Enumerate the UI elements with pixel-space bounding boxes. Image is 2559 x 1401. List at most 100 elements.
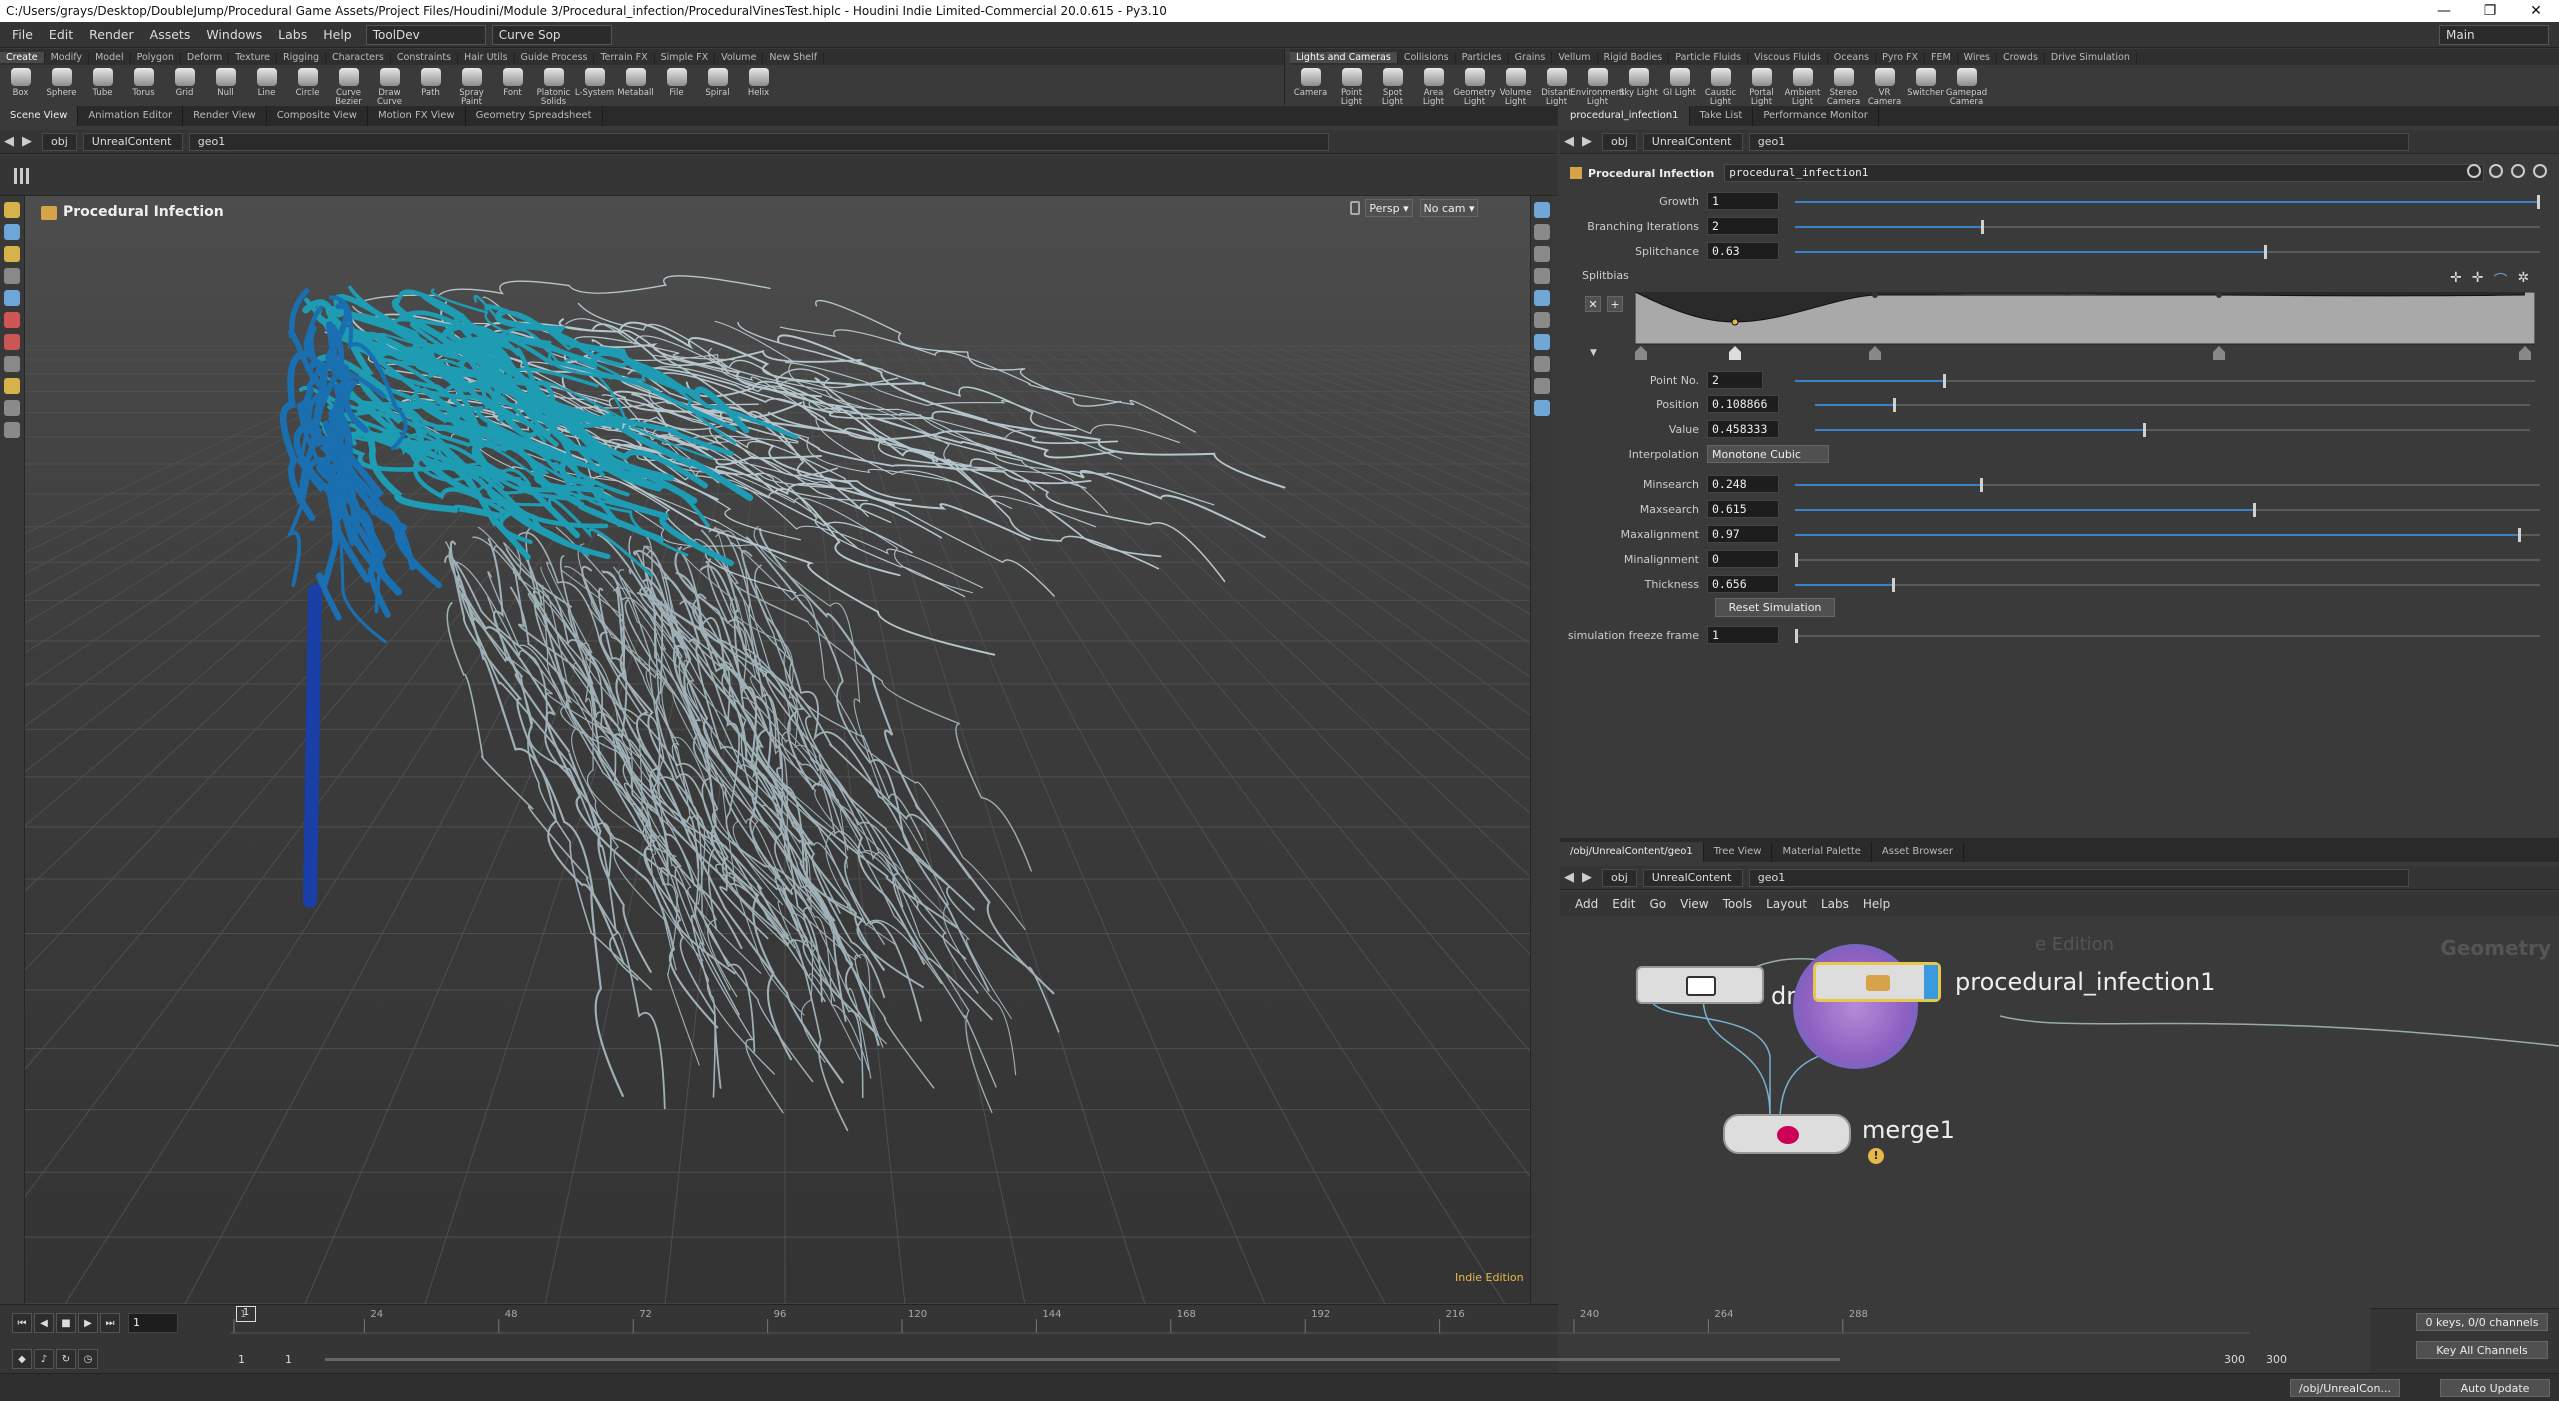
menu-file[interactable]: File [4,27,41,42]
maxalign-slider[interactable] [1795,528,2540,542]
back-arrow-icon[interactable]: ◀ [0,134,18,149]
tool-platonic-solids[interactable]: Platonic Solids [533,65,574,107]
shelf-right-tab-0[interactable]: Lights and Cameras [1290,51,1398,63]
scene-tab-0[interactable]: Scene View [0,106,79,126]
shelf-tab-0[interactable]: Create [0,51,45,63]
shelf-right-tab-8[interactable]: Oceans [1828,51,1877,63]
network-tab-0[interactable]: /obj/UnrealContent/geo1 [1560,842,1704,862]
net-menu-labs[interactable]: Labs [1814,897,1856,911]
tool-spot-light[interactable]: Spot Light [1372,65,1413,107]
magnet-tool-icon[interactable] [4,422,20,438]
wireframe-icon[interactable] [1533,312,1550,328]
tool-sphere[interactable]: Sphere [41,65,82,98]
tool-torus[interactable]: Torus [123,65,164,98]
realtime-icon[interactable]: ◷ [78,1349,98,1369]
bbox-icon[interactable] [1533,378,1550,394]
tool-point-light[interactable]: Point Light [1331,65,1372,107]
tool-environment-light[interactable]: Environment Light [1570,65,1625,107]
tool-spiral[interactable]: Spiral [697,65,738,98]
range-start[interactable]: 1 [238,1353,245,1366]
params-tab-0[interactable]: procedural_infection1 [1560,106,1690,126]
menu-render[interactable]: Render [81,27,142,42]
interpolation-select[interactable]: Monotone Cubic [1707,445,1829,463]
tool-draw-curve[interactable]: Draw Curve [369,65,410,107]
growth-slider[interactable] [1795,195,2540,209]
grid-menu-icon[interactable] [14,168,30,184]
handle-tool-icon[interactable] [4,202,20,218]
reset-simulation-button[interactable]: Reset Simulation [1715,598,1835,617]
net-menu-edit[interactable]: Edit [1605,897,1642,911]
shelf-right-tab-6[interactable]: Particle Fluids [1669,51,1749,63]
shelf-tab-9[interactable]: Hair Utils [458,51,515,63]
shelf-right-tab-3[interactable]: Grains [1509,51,1553,63]
tool-metaball[interactable]: Metaball [615,65,656,98]
auto-update-button[interactable]: Auto Update [2440,1379,2550,1397]
display-flag[interactable] [1924,965,1938,999]
path-obj[interactable]: obj [42,132,77,151]
stop-icon[interactable]: ■ [56,1313,76,1333]
value-slider[interactable] [1815,423,2530,437]
tool-area-light[interactable]: Area Light [1413,65,1454,107]
snap-tool-icon[interactable] [4,378,20,394]
range-end-2[interactable]: 300 [2266,1353,2287,1366]
maxsearch-slider[interactable] [1795,503,2540,517]
desktop-select[interactable]: ToolDev [365,24,486,45]
freeze-field[interactable]: 1 [1707,626,1779,644]
snapshot-icon[interactable] [1533,400,1550,416]
tool-stereo-camera[interactable]: Stereo Camera [1823,65,1864,107]
step-back-icon[interactable]: ◀ [34,1313,54,1333]
key-icon[interactable]: ◆ [12,1349,32,1369]
tool-line[interactable]: Line [246,65,287,98]
shelf-right-tab-13[interactable]: Drive Simulation [2045,51,2137,63]
minimize-button[interactable]: — [2421,3,2467,19]
net-menu-help[interactable]: Help [1856,897,1897,911]
help-icon[interactable] [2533,164,2547,178]
shelf-right-tab-2[interactable]: Particles [1456,51,1509,63]
splitchance-slider[interactable] [1795,245,2540,259]
rotate-tool-icon[interactable] [4,334,20,350]
remove-point-button[interactable]: ✕ [1585,296,1601,312]
tool-gi-light[interactable]: GI Light [1659,65,1700,98]
tool-caustic-light[interactable]: Caustic Light [1700,65,1741,107]
audio-icon[interactable]: ♪ [34,1349,54,1369]
range-start-2[interactable]: 1 [285,1353,292,1366]
tool-ambient-light[interactable]: Ambient Light [1782,65,1823,107]
params-tab-1[interactable]: Take List [1690,106,1754,126]
maxsearch-field[interactable]: 0.615 [1707,500,1779,518]
lock-icon[interactable] [1350,201,1360,215]
move-icon[interactable]: ✛ [2450,270,2462,290]
net-menu-layout[interactable]: Layout [1759,897,1814,911]
context-select[interactable]: Curve Sop [491,24,612,45]
gear-icon[interactable] [2467,164,2481,178]
measure-tool-icon[interactable] [4,400,20,416]
procedural-infection-node[interactable] [1813,962,1941,1002]
shelf-tab-10[interactable]: Guide Process [515,51,595,63]
pose-tool-icon[interactable] [4,246,20,262]
shelf-right-tab-12[interactable]: Crowds [1997,51,2045,63]
net-back-icon[interactable]: ◀ [1560,870,1578,885]
scene-viewport[interactable]: Procedural Infection Persp ▾ No cam ▾ In… [25,196,1542,1304]
tool-sky-light[interactable]: Sky Light [1618,65,1659,98]
shelf-right-tab-11[interactable]: Wires [1958,51,1997,63]
key-all-channels[interactable]: Key All Channels [2416,1341,2548,1359]
network-tab-1[interactable]: Tree View [1704,842,1773,862]
scene-tab-3[interactable]: Composite View [267,106,368,126]
skip-end-icon[interactable]: ⏭ [100,1313,120,1333]
scene-tab-1[interactable]: Animation Editor [78,106,184,126]
tool-spray-paint[interactable]: Spray Paint [451,65,492,107]
shelf-tab-13[interactable]: Volume [715,51,764,63]
points-icon[interactable] [1533,334,1550,350]
lock-view-icon[interactable] [1533,246,1550,262]
collapse-arrow-icon[interactable]: ▼ [1590,348,1597,358]
position-slider[interactable] [1815,398,2530,412]
thickness-field[interactable]: 0.656 [1707,575,1779,593]
branching-field[interactable]: 2 [1707,217,1779,235]
net-path-geo1[interactable]: geo1 [1748,868,2409,887]
network-tab-2[interactable]: Material Palette [1772,842,1872,862]
status-path[interactable]: /obj/UnrealCon... [2290,1379,2400,1397]
tool-tube[interactable]: Tube [82,65,123,98]
params-path-geo1[interactable]: geo1 [1748,132,2409,151]
tool-grid[interactable]: Grid [164,65,205,98]
net-menu-view[interactable]: View [1673,897,1715,911]
persp-button[interactable]: Persp ▾ [1365,199,1413,217]
